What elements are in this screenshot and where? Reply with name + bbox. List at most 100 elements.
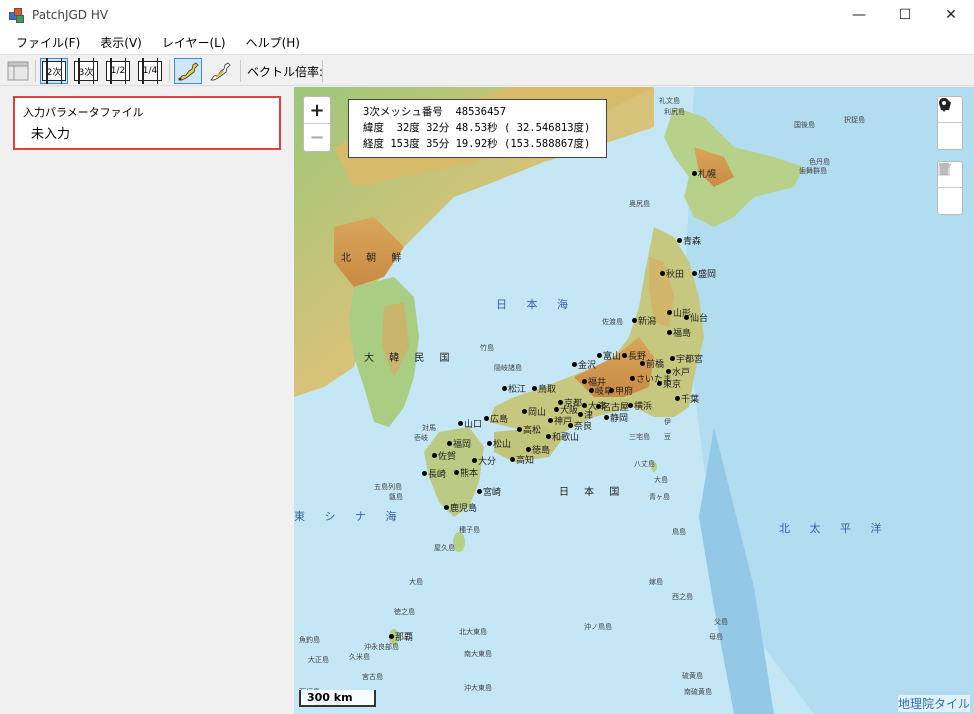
city-marker bbox=[628, 403, 633, 408]
city-label: 新潟 bbox=[638, 317, 657, 327]
city-label: 佐賀 bbox=[438, 452, 457, 462]
scale-bar: 300 km bbox=[299, 690, 376, 707]
island-label: 北大東島 bbox=[459, 628, 487, 636]
island-label: 利尻島 bbox=[664, 108, 685, 116]
island-label: 沖ノ鳥島 bbox=[584, 623, 612, 631]
maximize-button[interactable]: ☐ bbox=[882, 0, 928, 30]
island-label: 伊 bbox=[664, 418, 671, 426]
city-label: 岡山 bbox=[528, 408, 547, 418]
island-label: 壱岐 bbox=[414, 434, 428, 442]
city-label: 徳島 bbox=[532, 446, 551, 456]
longitude-line: 経度 153度 35分 19.92秒 (153.588867度) bbox=[363, 138, 591, 150]
city-label: 仙台 bbox=[690, 314, 709, 324]
mesh-info-box: 3次メッシュ番号 48536457 緯度 32度 32分 48.53秒 ( 32.… bbox=[348, 99, 607, 158]
island-label: 大島 bbox=[409, 578, 423, 586]
city-label: 鹿児島 bbox=[450, 504, 478, 514]
city-label: 金沢 bbox=[578, 361, 597, 371]
island-label: 礼文島 bbox=[659, 97, 680, 105]
zoom-out-button[interactable]: − bbox=[304, 124, 330, 151]
left-panel: 入力パラメータファイル 未入力 bbox=[0, 87, 293, 714]
city-marker bbox=[522, 409, 527, 414]
city-marker bbox=[684, 315, 689, 320]
city-label: 前橋 bbox=[646, 360, 665, 370]
country-label-north-korea: 北 朝 鮮 bbox=[341, 253, 408, 264]
island-label: 隠岐諸島 bbox=[494, 364, 522, 372]
island-label: 歯舞群島 bbox=[799, 167, 827, 175]
city-label: 和歌山 bbox=[552, 433, 580, 443]
city-label: 鳥取 bbox=[538, 385, 557, 395]
mesh-quarter-button[interactable]: 1/4 bbox=[136, 58, 164, 84]
zoom-in-button[interactable]: + bbox=[304, 97, 330, 124]
mesh-number-line: 3次メッシュ番号 48536457 bbox=[363, 106, 507, 118]
city-marker bbox=[675, 396, 680, 401]
island-label: 西之島 bbox=[672, 593, 693, 601]
delete-layers-button[interactable] bbox=[938, 163, 962, 214]
city-marker bbox=[597, 353, 602, 358]
city-marker bbox=[532, 386, 537, 391]
minimize-button[interactable]: — bbox=[836, 0, 882, 30]
island-label: 五島列島 bbox=[374, 483, 402, 491]
city-label: 長崎 bbox=[428, 470, 447, 480]
menu-view[interactable]: 表示(V) bbox=[90, 32, 152, 54]
menu-bar: ファイル(F) 表示(V) レイヤー(L) ヘルプ(H) bbox=[0, 32, 974, 54]
city-label: 富山 bbox=[603, 352, 622, 362]
param-file-value: 未入力 bbox=[31, 127, 71, 142]
mesh-quarter-icon: 1/4 bbox=[138, 58, 162, 84]
city-marker bbox=[554, 407, 559, 412]
zoom-control: + − bbox=[303, 96, 331, 152]
mesh-3rd-icon: 3次 bbox=[74, 58, 98, 84]
country-label-south-korea: 大 韓 民 国 bbox=[364, 353, 456, 364]
city-marker bbox=[632, 318, 637, 323]
city-label: 甲府 bbox=[615, 387, 634, 397]
city-marker bbox=[667, 330, 672, 335]
city-marker bbox=[422, 471, 427, 476]
mesh-3rd-button[interactable]: 3次 bbox=[72, 58, 100, 84]
city-marker bbox=[458, 421, 463, 426]
city-label: 静岡 bbox=[610, 414, 629, 424]
close-button[interactable]: ✕ bbox=[928, 0, 974, 30]
island-label: 硫黄島 bbox=[682, 672, 703, 680]
island-label: 佐渡島 bbox=[602, 318, 623, 326]
city-label: 横浜 bbox=[634, 402, 653, 412]
city-marker bbox=[640, 361, 645, 366]
vector-scale-label: ベクトル倍率: bbox=[247, 65, 324, 79]
city-label: 高松 bbox=[523, 426, 542, 436]
menu-file[interactable]: ファイル(F) bbox=[6, 32, 90, 54]
island-label: 青ヶ島 bbox=[649, 493, 670, 501]
city-marker bbox=[477, 489, 482, 494]
city-marker bbox=[692, 171, 697, 176]
island-label: 父島 bbox=[714, 618, 728, 626]
toolbar-separator bbox=[35, 60, 36, 82]
japan-map-vector-button[interactable] bbox=[174, 58, 202, 84]
city-marker bbox=[389, 634, 394, 639]
city-marker bbox=[657, 381, 662, 386]
mesh-2nd-button[interactable]: 2次 bbox=[40, 58, 68, 84]
menu-help[interactable]: ヘルプ(H) bbox=[236, 32, 310, 54]
draw-marker-button[interactable] bbox=[938, 98, 962, 149]
island-label: 豆 bbox=[664, 433, 671, 441]
japan-map-outline-button[interactable] bbox=[206, 58, 234, 84]
toolbar-separator bbox=[169, 60, 170, 82]
city-label: 秋田 bbox=[666, 270, 685, 280]
edit-controls bbox=[937, 161, 963, 215]
mesh-half-button[interactable]: 1/2 bbox=[104, 58, 132, 84]
city-marker bbox=[692, 271, 697, 276]
map-view[interactable]: + − 3次メッシュ番号 48536457 緯度 32度 32分 48.53秒 (… bbox=[294, 87, 974, 714]
param-file-box[interactable]: 入力パラメータファイル 未入力 bbox=[13, 96, 281, 150]
island-label: 沖大東島 bbox=[464, 684, 492, 692]
island-label: 大正島 bbox=[308, 656, 329, 664]
city-marker bbox=[548, 418, 553, 423]
city-marker bbox=[502, 386, 507, 391]
menu-layer[interactable]: レイヤー(L) bbox=[152, 32, 236, 54]
island-label: 徳之島 bbox=[394, 608, 415, 616]
city-marker bbox=[630, 376, 635, 381]
city-marker bbox=[582, 379, 587, 384]
island-label: 鳥島 bbox=[672, 528, 686, 536]
island-label: 南大東島 bbox=[464, 650, 492, 658]
tile-attribution-link[interactable]: 地理院タイル bbox=[897, 695, 970, 712]
panel-toggle-button[interactable] bbox=[4, 58, 32, 84]
island-label: 母島 bbox=[709, 633, 723, 641]
city-label: 宮崎 bbox=[483, 488, 502, 498]
map-marker-icon bbox=[939, 98, 949, 112]
city-label: 札幌 bbox=[698, 170, 717, 180]
